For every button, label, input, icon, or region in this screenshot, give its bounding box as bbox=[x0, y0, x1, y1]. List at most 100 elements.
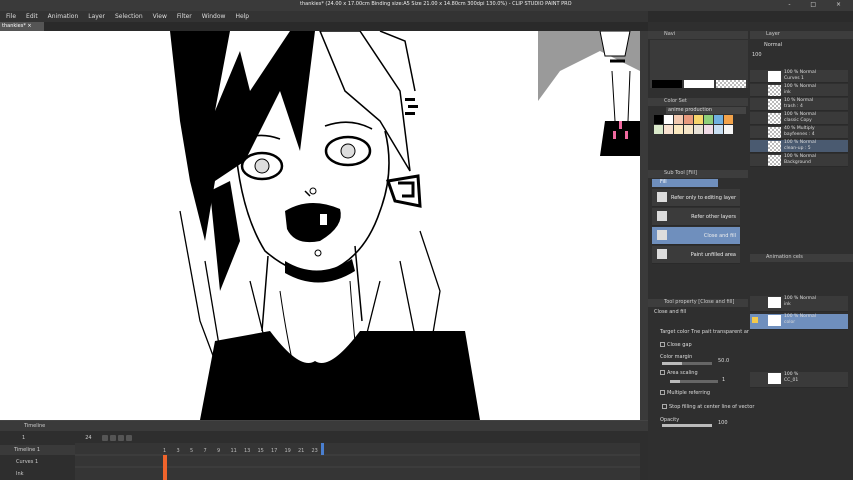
color-swatch[interactable] bbox=[714, 115, 723, 124]
layer-name: trash : 4 bbox=[784, 104, 803, 109]
layer-title: Layer bbox=[766, 31, 780, 37]
sub-tool-tab[interactable]: Fill bbox=[652, 179, 718, 187]
layer-row-bayfeenes[interactable]: 40 % Multiply bayfeenes : 4 bbox=[750, 126, 848, 139]
color-swatch[interactable] bbox=[694, 125, 703, 134]
timeline-tab[interactable]: Timeline bbox=[24, 423, 45, 429]
color-swatch[interactable] bbox=[674, 115, 683, 124]
color-swatch[interactable] bbox=[704, 125, 713, 134]
sub-tool-refer-editing[interactable]: Refer only to editing layer bbox=[652, 189, 740, 207]
color-swatch[interactable] bbox=[694, 115, 703, 124]
color-swatch[interactable] bbox=[714, 125, 723, 134]
color-swatch[interactable] bbox=[724, 125, 733, 134]
menu-selection[interactable]: Selection bbox=[115, 13, 143, 20]
color-swatch[interactable] bbox=[684, 115, 693, 124]
cel-name: color bbox=[784, 320, 796, 325]
transparent-swatch[interactable] bbox=[716, 80, 746, 88]
frame-number: 3 bbox=[177, 448, 180, 454]
layer-opacity[interactable]: 100 bbox=[752, 52, 762, 58]
sub-tool-paint-unfilled-label: Paint unfilled area bbox=[690, 252, 736, 258]
canvas[interactable] bbox=[0, 31, 640, 420]
close-gap-row[interactable]: Close gap bbox=[660, 342, 692, 348]
prev-frame-icon[interactable] bbox=[117, 435, 124, 441]
menu-layer[interactable]: Layer bbox=[88, 13, 105, 20]
frame-end[interactable]: 24 bbox=[85, 435, 91, 441]
menu-edit[interactable]: Edit bbox=[26, 13, 38, 20]
title-bar: thankies* (24.00 x 17.00cm Binding size:… bbox=[0, 0, 853, 11]
stop-filling-checkbox[interactable] bbox=[662, 404, 667, 409]
color-margin-slider[interactable] bbox=[662, 362, 712, 365]
frame-number: 9 bbox=[217, 448, 220, 454]
layer-thumbnail bbox=[768, 141, 781, 152]
layer-row-cleanup[interactable]: 100 % Normal clean-up : 5 bbox=[750, 140, 848, 153]
stop-filling-row[interactable]: Stop filling at center line of vector bbox=[662, 404, 754, 410]
opacity-value[interactable]: 100 bbox=[718, 420, 728, 426]
fill-bucket-icon bbox=[657, 230, 667, 240]
area-scaling-checkbox[interactable] bbox=[660, 370, 665, 375]
navigator-label: Navi bbox=[664, 31, 676, 37]
menu-bar: File Edit Animation Layer Selection View… bbox=[0, 11, 648, 22]
menu-window[interactable]: Window bbox=[202, 13, 226, 20]
stop-icon[interactable] bbox=[109, 435, 116, 441]
fill-bucket-icon bbox=[657, 192, 667, 202]
current-frame-marker[interactable] bbox=[163, 455, 167, 480]
timeline-frames[interactable]: 1 3 5 7 9 11 13 15 17 19 21 23 bbox=[75, 443, 640, 480]
end-frame-marker[interactable] bbox=[321, 443, 324, 455]
color-swatch[interactable] bbox=[684, 125, 693, 134]
cel-row-ink[interactable]: 100 % Normal ink bbox=[750, 296, 848, 312]
sub-tool-paint-unfilled[interactable]: Paint unfilled area bbox=[652, 246, 740, 264]
cel-mode: 100 % Normal bbox=[784, 314, 817, 319]
cel-row-cc01[interactable]: 100 % CC_01 bbox=[750, 372, 848, 388]
color-swatch[interactable] bbox=[654, 125, 663, 134]
color-swatch[interactable] bbox=[704, 115, 713, 124]
layer-row-trash[interactable]: 10 % Normal trash : 4 bbox=[750, 98, 848, 111]
window-controls[interactable]: - □ × bbox=[788, 1, 850, 8]
multiple-referring-row[interactable]: Multiple referring bbox=[660, 390, 710, 396]
play-icon[interactable] bbox=[101, 435, 108, 441]
layer-row-classic-copy[interactable]: 100 % Normal classic Copy bbox=[750, 112, 848, 125]
cel-mode: 100 % bbox=[784, 372, 799, 377]
menu-animation[interactable]: Animation bbox=[48, 13, 79, 20]
menu-filter[interactable]: Filter bbox=[177, 13, 192, 20]
swatch-grid[interactable] bbox=[654, 115, 738, 135]
color-margin-value[interactable]: 50.0 bbox=[718, 358, 729, 364]
track-ink[interactable]: Ink bbox=[0, 469, 75, 479]
frame-number: 7 bbox=[204, 448, 207, 454]
target-color[interactable]: Target color Tne pait transparent ar bbox=[660, 329, 749, 335]
frame-start[interactable]: 1 bbox=[22, 435, 25, 441]
blend-mode[interactable]: Normal bbox=[764, 42, 782, 48]
palette-select[interactable]: anime production bbox=[666, 107, 746, 114]
navigator-header: Navi bbox=[648, 31, 748, 39]
track-ink-label: Ink bbox=[16, 471, 24, 477]
area-scaling-slider[interactable] bbox=[670, 380, 718, 383]
opacity-slider[interactable] bbox=[662, 424, 712, 427]
multiple-referring-checkbox[interactable] bbox=[660, 390, 665, 395]
menu-help[interactable]: Help bbox=[235, 13, 249, 20]
track-curves[interactable]: Curves 1 bbox=[0, 457, 75, 467]
document-tab-bar: thankies* × bbox=[0, 22, 648, 31]
menu-view[interactable]: View bbox=[153, 13, 167, 20]
color-swatch[interactable] bbox=[664, 115, 673, 124]
layer-row-curves[interactable]: 100 % Normal Curves 1 bbox=[750, 70, 848, 83]
cel-mode: 100 % Normal bbox=[784, 296, 817, 301]
menu-file[interactable]: File bbox=[6, 13, 16, 20]
sub-tool-close-fill[interactable]: Close and fill bbox=[652, 227, 740, 245]
color-swatch[interactable] bbox=[654, 115, 663, 124]
sub-color-swatch[interactable] bbox=[684, 80, 714, 88]
main-color-swatch[interactable] bbox=[652, 80, 682, 88]
sub-tool-refer-other[interactable]: Refer other layers bbox=[652, 208, 740, 226]
frame-number: 23 bbox=[312, 448, 318, 454]
document-tab[interactable]: thankies* × bbox=[0, 22, 44, 31]
color-set-header: Color Set bbox=[648, 98, 748, 106]
timeline-name[interactable]: Timeline 1 bbox=[0, 445, 75, 455]
color-swatch[interactable] bbox=[724, 115, 733, 124]
color-swatch[interactable] bbox=[664, 125, 673, 134]
next-frame-icon[interactable] bbox=[125, 435, 132, 441]
area-scaling-row[interactable]: Area scaling bbox=[660, 370, 698, 376]
cel-row-color[interactable]: 100 % Normal color bbox=[750, 314, 848, 330]
layer-row-background[interactable]: 100 % Normal Background bbox=[750, 154, 848, 167]
layer-row-ink[interactable]: 100 % Normal ink bbox=[750, 84, 848, 97]
area-scaling-value[interactable]: 1 bbox=[722, 377, 725, 383]
color-swatch[interactable] bbox=[674, 125, 683, 134]
close-gap-checkbox[interactable] bbox=[660, 342, 665, 347]
canvas-scrollbar[interactable] bbox=[640, 31, 648, 420]
